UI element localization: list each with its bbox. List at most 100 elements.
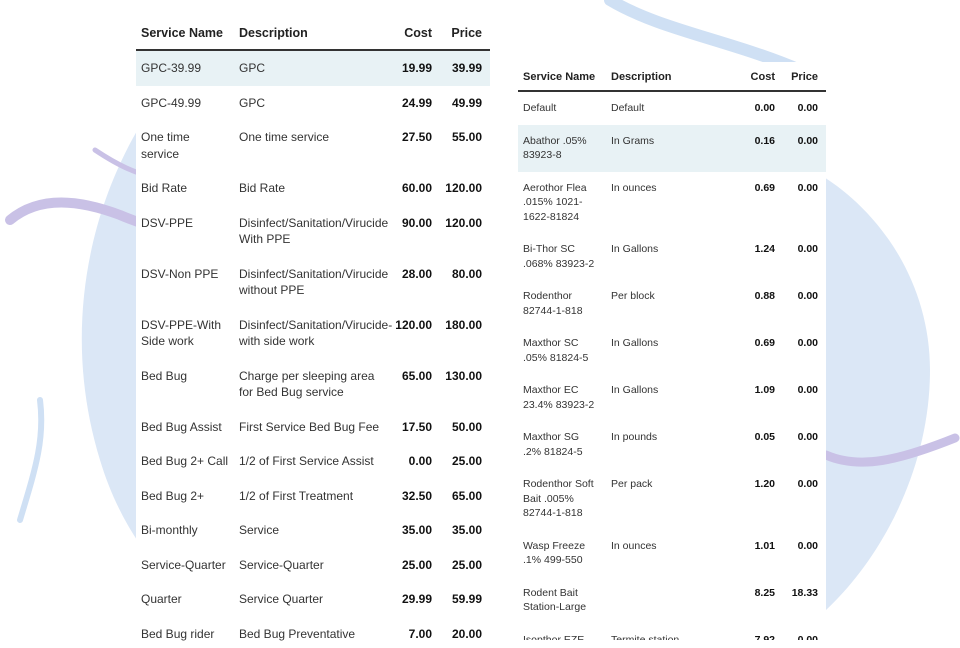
cell-price: 0.00 — [778, 172, 826, 234]
table-row[interactable]: GPC-49.99GPC24.9949.99 — [136, 86, 490, 121]
cell-cost: 0.00 — [722, 91, 778, 125]
cell-service-name: GPC-39.99 — [136, 50, 234, 86]
cell-service-name: Isopthor EZE station — [518, 624, 606, 641]
table-row[interactable]: Bed Bug riderBed Bug Preventative7.0020.… — [136, 617, 490, 648]
cell-price: 50.00 — [436, 410, 490, 445]
table-row[interactable]: Bed Bug 2+ Call1/2 of First Service Assi… — [136, 444, 490, 479]
table-body-right: DefaultDefault0.000.00Abathor .05% 83923… — [518, 91, 826, 640]
cell-service-name: DSV-PPE-With Side work — [136, 308, 234, 359]
cell-description: 1/2 of First Treatment — [234, 479, 384, 514]
table-row[interactable]: One time serviceOne time service27.5055.… — [136, 120, 490, 171]
table-row[interactable]: Maxthor SC .05% 81824-5In Gallons0.690.0… — [518, 327, 826, 374]
cell-cost: 0.16 — [722, 125, 778, 172]
cell-description: 1/2 of First Service Assist — [234, 444, 384, 479]
cell-service-name: Default — [518, 91, 606, 125]
table-row[interactable]: Isopthor EZE stationTermite station7.920… — [518, 624, 826, 641]
cell-service-name: Rodenthor Soft Bait .005% 82744-1-818 — [518, 468, 606, 530]
cell-service-name: Bi-monthly — [136, 513, 234, 548]
cell-service-name: Maxthor SC .05% 81824-5 — [518, 327, 606, 374]
cell-description: First Service Bed Bug Fee — [234, 410, 384, 445]
table-row[interactable]: Wasp Freeze .1% 499-550In ounces1.010.00 — [518, 530, 826, 577]
cell-service-name: Rodenthor 82744-1-818 — [518, 280, 606, 327]
table-row[interactable]: Service-QuarterService-Quarter25.0025.00 — [136, 548, 490, 583]
cell-service-name: Wasp Freeze .1% 499-550 — [518, 530, 606, 577]
cell-description: Disinfect/Sanitation/Virucide- with side… — [234, 308, 384, 359]
cell-price: 0.00 — [778, 327, 826, 374]
table-row[interactable]: Bi-Thor SC .068% 83923-2In Gallons1.240.… — [518, 233, 826, 280]
cell-cost: 0.88 — [722, 280, 778, 327]
cell-service-name: Quarter — [136, 582, 234, 617]
cell-cost: 60.00 — [384, 171, 436, 206]
cell-cost: 35.00 — [384, 513, 436, 548]
cell-description: Termite station — [606, 624, 722, 641]
table-header-row: Service Name Description Cost Price — [518, 62, 826, 91]
cell-cost: 24.99 — [384, 86, 436, 121]
cell-description: Per pack — [606, 468, 722, 530]
cell-description: In Gallons — [606, 327, 722, 374]
header-service-name: Service Name — [518, 62, 606, 91]
service-table-right: Service Name Description Cost Price Defa… — [518, 62, 826, 640]
table-row[interactable]: Bed BugCharge per sleeping area for Bed … — [136, 359, 490, 410]
service-price-table-right: Service Name Description Cost Price Defa… — [518, 62, 826, 640]
cell-service-name: Service-Quarter — [136, 548, 234, 583]
cell-service-name: Maxthor SG .2% 81824-5 — [518, 421, 606, 468]
cell-price: 0.00 — [778, 530, 826, 577]
table-row[interactable]: DefaultDefault0.000.00 — [518, 91, 826, 125]
cell-cost: 32.50 — [384, 479, 436, 514]
table-row[interactable]: Rodent Bait Station-Large8.2518.33 — [518, 577, 826, 624]
cell-cost: 0.69 — [722, 327, 778, 374]
cell-service-name: DSV-PPE — [136, 206, 234, 257]
cell-price: 80.00 — [436, 257, 490, 308]
table-row[interactable]: Bi-monthlyService35.0035.00 — [136, 513, 490, 548]
cell-service-name: Bed Bug rider — [136, 617, 234, 648]
cell-description: In Gallons — [606, 374, 722, 421]
table-row[interactable]: Bed Bug AssistFirst Service Bed Bug Fee1… — [136, 410, 490, 445]
cell-price: 25.00 — [436, 444, 490, 479]
cell-price: 0.00 — [778, 624, 826, 641]
cell-description: In Gallons — [606, 233, 722, 280]
cell-description: Per block — [606, 280, 722, 327]
table-row[interactable]: Bed Bug 2+1/2 of First Treatment32.5065.… — [136, 479, 490, 514]
table-row[interactable]: Maxthor EC 23.4% 83923-2In Gallons1.090.… — [518, 374, 826, 421]
table-row[interactable]: GPC-39.99GPC19.9939.99 — [136, 50, 490, 86]
cell-service-name: Abathor .05% 83923-8 — [518, 125, 606, 172]
cell-price: 0.00 — [778, 468, 826, 530]
cell-service-name: Bed Bug — [136, 359, 234, 410]
cell-cost: 7.00 — [384, 617, 436, 648]
table-row[interactable]: QuarterService Quarter29.9959.99 — [136, 582, 490, 617]
cell-price: 120.00 — [436, 171, 490, 206]
cell-price: 0.00 — [778, 233, 826, 280]
cell-cost: 1.09 — [722, 374, 778, 421]
cell-price: 0.00 — [778, 91, 826, 125]
cell-description: One time service — [234, 120, 384, 171]
table-body-left: GPC-39.99GPC19.9939.99GPC-49.99GPC24.994… — [136, 50, 490, 648]
cell-cost: 8.25 — [722, 577, 778, 624]
header-cost: Cost — [722, 62, 778, 91]
cell-service-name: Bed Bug 2+ — [136, 479, 234, 514]
cell-price: 0.00 — [778, 374, 826, 421]
header-cost: Cost — [384, 8, 436, 50]
header-service-name: Service Name — [136, 8, 234, 50]
table-row[interactable]: Abathor .05% 83923-8In Grams0.160.00 — [518, 125, 826, 172]
table-row[interactable]: Aerothor Flea .015% 1021-1622-81824In ou… — [518, 172, 826, 234]
table-row[interactable]: DSV-PPE-With Side workDisinfect/Sanitati… — [136, 308, 490, 359]
service-table-left: Service Name Description Cost Price GPC-… — [136, 8, 490, 648]
background-stroke-bottom-left — [20, 400, 41, 520]
cell-cost: 1.24 — [722, 233, 778, 280]
cell-cost: 25.00 — [384, 548, 436, 583]
table-row[interactable]: Maxthor SG .2% 81824-5In pounds0.050.00 — [518, 421, 826, 468]
table-row[interactable]: DSV-Non PPEDisinfect/Sanitation/Virucide… — [136, 257, 490, 308]
cell-service-name: Bi-Thor SC .068% 83923-2 — [518, 233, 606, 280]
table-row[interactable]: Bid RateBid Rate60.00120.00 — [136, 171, 490, 206]
cell-price: 180.00 — [436, 308, 490, 359]
cell-description: In ounces — [606, 172, 722, 234]
table-row[interactable]: DSV-PPEDisinfect/Sanitation/Virucide Wit… — [136, 206, 490, 257]
cell-description: In Grams — [606, 125, 722, 172]
table-row[interactable]: Rodenthor Soft Bait .005% 82744-1-818Per… — [518, 468, 826, 530]
header-description: Description — [234, 8, 384, 50]
table-row[interactable]: Rodenthor 82744-1-818Per block0.880.00 — [518, 280, 826, 327]
header-price: Price — [778, 62, 826, 91]
cell-service-name: Bid Rate — [136, 171, 234, 206]
header-price: Price — [436, 8, 490, 50]
cell-description: Service-Quarter — [234, 548, 384, 583]
